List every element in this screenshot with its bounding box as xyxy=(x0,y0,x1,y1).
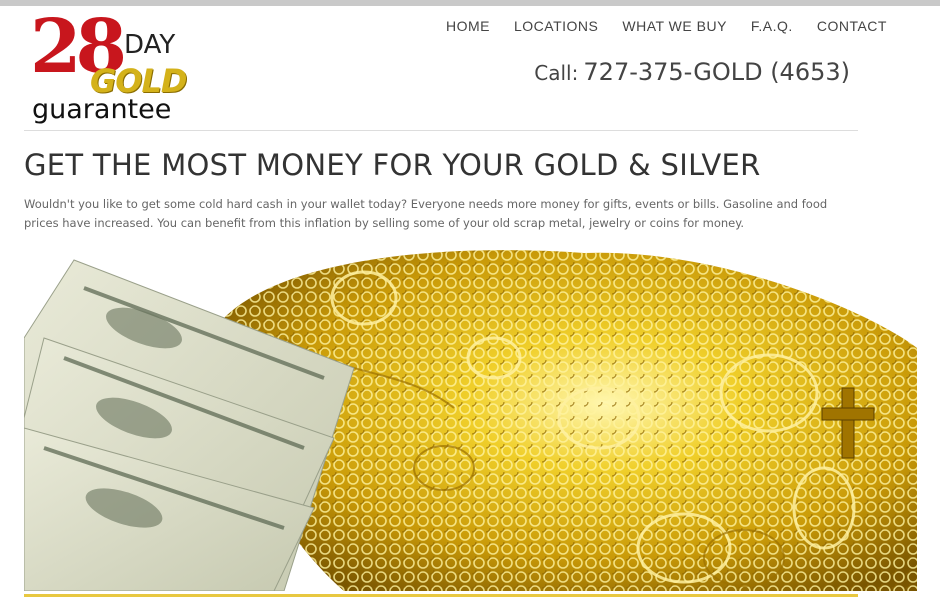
phone-number[interactable]: 727-375-GOLD (4653) xyxy=(583,58,850,86)
phone-callout: Call: 727-375-GOLD (4653) xyxy=(534,58,850,86)
site-logo[interactable]: 28 DAY GOLD guarantee xyxy=(30,4,190,126)
nav-what-we-buy[interactable]: WHAT WE BUY xyxy=(622,18,727,34)
page-heading: GET THE MOST MONEY FOR YOUR GOLD & SILVE… xyxy=(24,148,761,182)
logo-guarantee-text: guarantee xyxy=(32,94,172,125)
nav-faq[interactable]: F.A.Q. xyxy=(751,18,793,34)
nav-home[interactable]: HOME xyxy=(446,18,490,34)
intro-paragraph: Wouldn't you like to get some cold hard … xyxy=(24,197,828,230)
top-bar xyxy=(0,0,940,6)
main-navigation: HOME LOCATIONS WHAT WE BUY F.A.Q. CONTAC… xyxy=(446,18,887,34)
logo-day-text: DAY xyxy=(124,30,176,60)
phone-prefix: Call: xyxy=(534,61,579,85)
nav-contact[interactable]: CONTACT xyxy=(817,18,887,34)
header-divider xyxy=(24,130,858,131)
hero-image xyxy=(24,248,917,591)
nav-locations[interactable]: LOCATIONS xyxy=(514,18,598,34)
bottom-accent-bar xyxy=(24,594,858,597)
money-and-gold-jewelry-image xyxy=(24,250,917,591)
